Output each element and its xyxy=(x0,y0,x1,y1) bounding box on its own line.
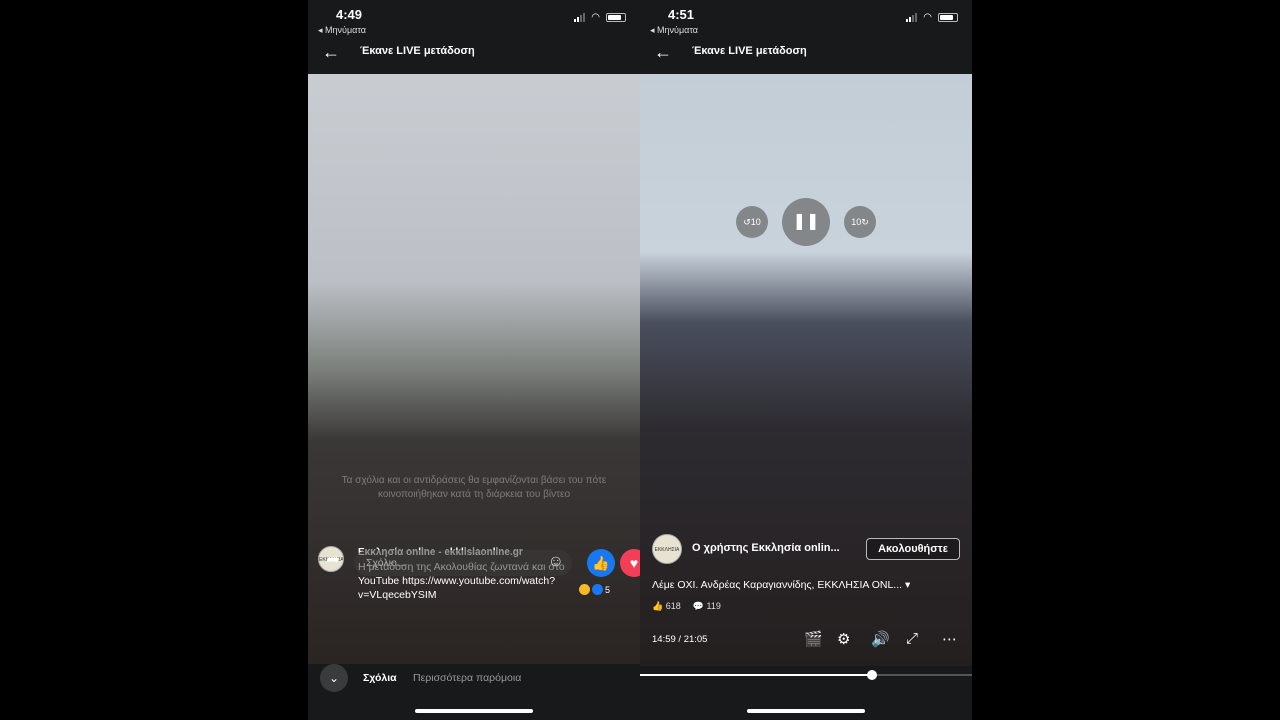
fullscreen-icon[interactable]: ⤢ xyxy=(906,630,918,647)
video-player[interactable]: Τα σχόλια και οι αντιδράσεις θα εμφανίζο… xyxy=(308,74,640,666)
follow-button[interactable]: Ακολουθήστε xyxy=(866,538,960,560)
love-button[interactable]: ♥ xyxy=(620,549,640,577)
home-indicator[interactable] xyxy=(415,709,533,713)
settings-icon[interactable]: ⚙ xyxy=(837,630,850,648)
forward-10-icon[interactable]: 10↻ xyxy=(844,206,876,238)
comments-stat[interactable]: 💬 119 xyxy=(693,601,721,612)
battery-icon xyxy=(938,13,958,22)
like-icon: 👍 xyxy=(592,555,610,571)
likes-stat[interactable]: 👍 618 xyxy=(652,601,681,612)
post-description[interactable]: Λέμε ΟΧΙ. Ανδρέας Καραγιαννίδης, ΕΚΚΛΗΣΙ… xyxy=(652,579,954,591)
back-to-app-link[interactable]: ◂ Μηνύματα xyxy=(318,25,366,36)
love-icon: ♥ xyxy=(629,555,639,571)
signal-icon xyxy=(906,13,918,22)
pause-icon[interactable]: ❚❚ xyxy=(782,198,830,246)
description-text: Λέμε ΟΧΙ. Ανδρέας Καραγιαννίδης, ΕΚΚΛΗΣΙ… xyxy=(652,579,903,591)
tab-comments[interactable]: Σχόλια xyxy=(363,672,397,684)
comments-timing-notice: Τα σχόλια και οι αντιδράσεις θα εμφανίζο… xyxy=(341,475,607,500)
battery-icon xyxy=(606,13,626,22)
progress-knob[interactable] xyxy=(867,670,878,680)
comments-count: 119 xyxy=(706,601,721,611)
left-phone-screen: 4:49 ◂ Μηνύματα ◠ ← Έκανε LIVE μετάδοση … xyxy=(308,0,640,720)
reaction-count: 5 xyxy=(604,584,610,595)
avatar[interactable]: ΕΚΚΛΗΣΙΑ xyxy=(652,534,682,564)
wifi-icon: ◠ xyxy=(591,12,600,23)
right-phone-screen: 4:51 ◂ Μηνύματα ◠ ← Έκανε LIVE μετάδοση … xyxy=(640,0,972,720)
player-controls: 14:59 / 21:05 🎬 ⚙ 🔊 ⤢ ⋯ xyxy=(640,630,972,650)
system-icons: ◠ xyxy=(574,12,626,23)
page-title: Έκανε LIVE μετάδοση xyxy=(692,45,807,57)
post-stats: 👍 618 💬 119 xyxy=(652,601,721,612)
page-title: Έκανε LIVE μετάδοση xyxy=(360,45,475,57)
playback-time: 14:59 / 21:05 xyxy=(652,634,708,645)
wifi-icon: ◠ xyxy=(923,12,932,23)
haha-icon xyxy=(578,584,590,595)
status-bar: 4:49 ◂ Μηνύματα ◠ xyxy=(308,0,640,40)
comment-icon: 💬 xyxy=(692,601,704,611)
likes-count: 618 xyxy=(665,601,681,611)
video-player[interactable]: ↺10 ❚❚ 10↻ ΕΚΚΛΗΣΙΑ Ο χρήστης Εκκλησία o… xyxy=(640,74,972,666)
reactions-summary[interactable]: 5 xyxy=(578,584,610,595)
share-icon[interactable]: ➦ xyxy=(326,550,340,570)
status-bar: 4:51 ◂ Μηνύματα ◠ xyxy=(640,0,972,40)
comment-input[interactable]: Σχόλιο... ☺ xyxy=(354,550,572,576)
back-arrow-icon[interactable]: ← xyxy=(322,40,340,64)
progress-fill xyxy=(640,674,873,676)
home-indicator[interactable] xyxy=(747,709,865,713)
chevron-down-icon[interactable]: ⌄ xyxy=(320,664,348,692)
back-arrow-icon[interactable]: ← xyxy=(654,40,672,64)
tab-more-similar[interactable]: Περισσότερα παρόμοια xyxy=(413,672,521,684)
rewind-10-icon[interactable]: ↺10 xyxy=(736,206,768,238)
system-icons: ◠ xyxy=(906,12,958,23)
more-icon[interactable]: ⋯ xyxy=(942,630,957,648)
status-time: 4:49 xyxy=(336,7,363,22)
status-time: 4:51 xyxy=(668,7,695,22)
top-bar: ← Έκανε LIVE μετάδοση xyxy=(640,40,972,72)
back-to-app-link[interactable]: ◂ Μηνύματα xyxy=(650,25,698,36)
bottom-tabs: ⌄ Σχόλια Περισσότερα παρόμοια xyxy=(308,664,640,700)
comment-placeholder: Σχόλιο... xyxy=(366,557,406,569)
top-bar: ← Έκανε LIVE μετάδοση xyxy=(308,40,640,72)
like-icon xyxy=(591,584,603,595)
clapperboard-icon[interactable]: 🎬 xyxy=(804,630,823,648)
emoji-icon[interactable]: ☺ xyxy=(548,553,564,571)
post-author[interactable]: Ο χρήστης Εκκλησία onlin... xyxy=(692,542,840,554)
like-icon: 👍 xyxy=(652,601,664,611)
progress-bar[interactable] xyxy=(640,670,972,680)
chevron-down-icon: ▾ xyxy=(904,579,911,591)
comment-row: ➦ Σχόλιο... ☺ 👍 ♥ xyxy=(308,549,640,577)
signal-icon xyxy=(574,13,586,22)
like-button[interactable]: 👍 xyxy=(587,549,615,577)
volume-icon[interactable]: 🔊 xyxy=(871,630,890,648)
